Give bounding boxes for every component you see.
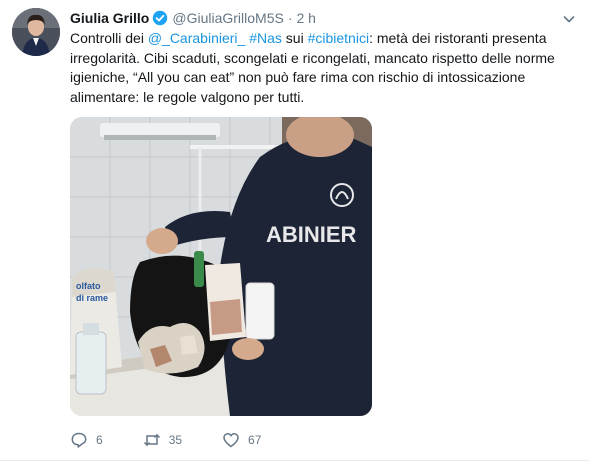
- mention-link[interactable]: @_Carabinieri_: [148, 30, 245, 46]
- tweet[interactable]: Giulia Grillo @GiuliaGrilloM5S · 2 h Con…: [0, 0, 589, 462]
- sack-label-2: di rame: [76, 293, 108, 303]
- tweet-text-segment: sui: [281, 30, 308, 46]
- photo-image: olfato di rame ABINIER: [70, 117, 372, 416]
- uniform-text: ABINIER: [266, 222, 357, 247]
- reply-count: 6: [96, 433, 103, 447]
- like-button[interactable]: 67: [222, 431, 261, 449]
- sack-label-1: olfato: [76, 281, 101, 291]
- chevron-down-icon[interactable]: [561, 11, 577, 27]
- reply-icon: [70, 431, 88, 449]
- tweet-actions: 6 35 67: [70, 430, 301, 450]
- tweet-text-segment: Controlli dei: [70, 30, 148, 46]
- retweet-icon: [143, 431, 161, 449]
- tweet-timestamp[interactable]: 2 h: [297, 10, 316, 26]
- separator-dot: ·: [287, 10, 293, 26]
- tweet-divider: [0, 460, 589, 461]
- heart-icon: [222, 431, 240, 449]
- avatar[interactable]: [12, 8, 60, 56]
- hashtag-link[interactable]: #cibietnici: [308, 30, 369, 46]
- like-count: 67: [248, 433, 262, 447]
- avatar-image: [12, 8, 60, 56]
- retweet-button[interactable]: 35: [143, 431, 182, 449]
- display-name[interactable]: Giulia Grillo: [70, 10, 149, 26]
- tweet-header: Giulia Grillo @GiuliaGrilloM5S · 2 h: [70, 9, 316, 27]
- retweet-count: 35: [168, 433, 183, 447]
- verified-badge-icon: [152, 10, 168, 26]
- reply-button[interactable]: 6: [70, 431, 103, 449]
- tweet-photo[interactable]: olfato di rame ABINIER: [70, 117, 372, 416]
- user-handle[interactable]: @GiuliaGrilloM5S: [172, 10, 283, 26]
- hashtag-link[interactable]: #Nas: [249, 30, 282, 46]
- tweet-text: Controlli dei @_Carabinieri_ #Nas sui #c…: [70, 29, 570, 107]
